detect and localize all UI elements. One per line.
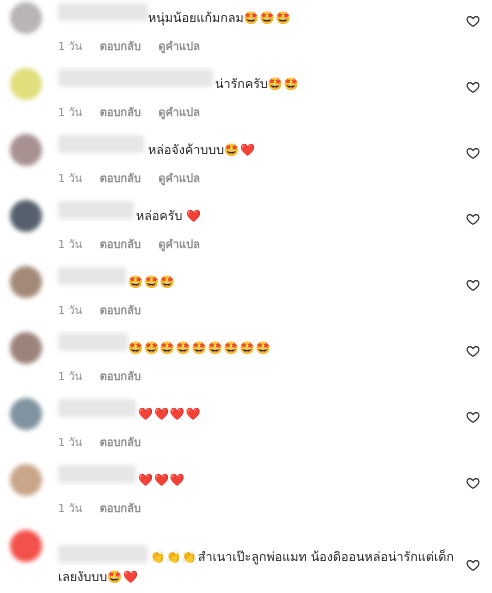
heart-outline-icon[interactable] xyxy=(466,476,480,490)
comment-meta: 1 วัน ตอบกลับ ดูคำแปล xyxy=(58,235,214,253)
comment-text: 👏👏👏สำเนาเป๊ะลูกพ่อแมท น้องดิออนหล่อน่ารั… xyxy=(58,547,460,587)
heart-outline-icon[interactable] xyxy=(466,344,480,358)
avatar[interactable] xyxy=(10,68,42,100)
comment-emoji: 🤩❤️ xyxy=(107,570,140,584)
reply-button[interactable]: ตอบกลับ xyxy=(100,238,141,251)
reply-button[interactable]: ตอบกลับ xyxy=(100,370,141,383)
comment-meta: 1 วัน ตอบกลับ xyxy=(58,367,155,385)
comment-emoji: 🤩🤩🤩 xyxy=(243,11,292,25)
comment-item: 👏👏👏สำเนาเป๊ะลูกพ่อแมท น้องดิออนหล่อน่ารั… xyxy=(0,528,492,593)
heart-outline-icon[interactable] xyxy=(466,14,480,28)
avatar[interactable] xyxy=(10,398,42,430)
reply-button[interactable]: ตอบกลับ xyxy=(100,436,141,449)
avatar[interactable] xyxy=(10,332,42,364)
translate-button[interactable]: ดูคำแปล xyxy=(158,238,200,251)
comment-text: 🤩🤩🤩 xyxy=(58,272,460,292)
timestamp: 1 วัน xyxy=(58,172,83,185)
heart-outline-icon[interactable] xyxy=(466,558,480,572)
avatar[interactable] xyxy=(10,134,42,166)
comment-text: น่ารักครับ🤩🤩 xyxy=(58,74,460,94)
comment-emoji: 🤩❤️ xyxy=(224,143,256,157)
reply-button[interactable]: ตอบกลับ xyxy=(100,172,141,185)
timestamp: 1 วัน xyxy=(58,40,83,53)
comment-meta: 1 วัน ตอบกลับ ดูคำแปล xyxy=(58,169,214,187)
comment-item: น่ารักครับ🤩🤩 1 วัน ตอบกลับ ดูคำแปล xyxy=(0,66,492,132)
timestamp: 1 วัน xyxy=(58,106,83,119)
comment-meta: 1 วัน ตอบกลับ xyxy=(58,301,155,319)
timestamp: 1 วัน xyxy=(58,304,83,317)
comment-text: หล่อครับ ❤️ xyxy=(58,206,460,226)
comment-item: หล่อจังค้าบบบ🤩❤️ 1 วัน ตอบกลับ ดูคำแปล xyxy=(0,132,492,198)
reply-button[interactable]: ตอบกลับ xyxy=(100,304,141,317)
comment-meta: 1 วัน ตอบกลับ xyxy=(58,433,155,451)
comment-text: ❤️❤️❤️ xyxy=(58,470,460,490)
comment-body: หล่อจังค้าบบบ xyxy=(148,142,225,157)
comment-item: หล่อครับ ❤️ 1 วัน ตอบกลับ ดูคำแปล xyxy=(0,198,492,264)
comment-body: หล่อครับ xyxy=(136,208,183,223)
comment-text: หล่อจังค้าบบบ🤩❤️ xyxy=(58,140,460,160)
comment-meta: 1 วัน ตอบกลับ ดูคำแปล xyxy=(58,103,214,121)
reply-button[interactable]: ตอบกลับ xyxy=(100,106,141,119)
reply-button[interactable]: ตอบกลับ xyxy=(100,40,141,53)
heart-outline-icon[interactable] xyxy=(466,80,480,94)
comment-text: ❤️❤️❤️❤️ xyxy=(58,404,460,424)
clap-emoji: 👏👏👏 xyxy=(150,550,198,564)
comment-emoji: ❤️❤️❤️ xyxy=(138,473,186,487)
comment-meta: 1 วัน ตอบกลับ xyxy=(58,499,155,517)
comments-list: หนุ่มน้อยแก้มกลม🤩🤩🤩 1 วัน ตอบกลับ ดูคำแป… xyxy=(0,0,492,593)
comment-body: หนุ่มน้อยแก้มกลม xyxy=(148,10,244,25)
comment-item: 🤩🤩🤩 1 วัน ตอบกลับ xyxy=(0,264,492,330)
comment-item: 🤩🤩🤩🤩🤩🤩🤩🤩🤩 1 วัน ตอบกลับ xyxy=(0,330,492,396)
timestamp: 1 วัน xyxy=(58,436,83,449)
avatar[interactable] xyxy=(10,266,42,298)
comment-item: ❤️❤️❤️ 1 วัน ตอบกลับ xyxy=(0,462,492,528)
translate-button[interactable]: ดูคำแปล xyxy=(158,172,200,185)
heart-outline-icon[interactable] xyxy=(466,278,480,292)
timestamp: 1 วัน xyxy=(58,238,83,251)
heart-outline-icon[interactable] xyxy=(466,410,480,424)
heart-outline-icon[interactable] xyxy=(466,212,480,226)
translate-button[interactable]: ดูคำแปล xyxy=(158,106,200,119)
comment-item: หนุ่มน้อยแก้มกลม🤩🤩🤩 1 วัน ตอบกลับ ดูคำแป… xyxy=(0,0,492,66)
timestamp: 1 วัน xyxy=(58,502,83,515)
comment-meta: 1 วัน ตอบกลับ ดูคำแปล xyxy=(58,37,214,55)
comment-emoji: 🤩🤩🤩 xyxy=(128,275,176,289)
heart-outline-icon[interactable] xyxy=(466,146,480,160)
comment-emoji: ❤️ xyxy=(186,209,203,223)
avatar[interactable] xyxy=(10,2,42,34)
timestamp: 1 วัน xyxy=(58,370,83,383)
comment-emoji: 🤩🤩 xyxy=(267,77,300,91)
comment-text: 🤩🤩🤩🤩🤩🤩🤩🤩🤩 xyxy=(58,338,460,358)
avatar[interactable] xyxy=(10,200,42,232)
comment-emoji: 🤩🤩🤩🤩🤩🤩🤩🤩🤩 xyxy=(128,341,272,355)
avatar[interactable] xyxy=(10,464,42,496)
comment-text: หนุ่มน้อยแก้มกลม🤩🤩🤩 xyxy=(58,8,460,28)
avatar[interactable] xyxy=(10,530,42,562)
comment-body: น่ารักครับ xyxy=(215,76,268,91)
comment-item: ❤️❤️❤️❤️ 1 วัน ตอบกลับ xyxy=(0,396,492,462)
translate-button[interactable]: ดูคำแปล xyxy=(158,40,200,53)
comment-emoji: ❤️❤️❤️❤️ xyxy=(138,407,202,421)
reply-button[interactable]: ตอบกลับ xyxy=(100,502,141,515)
